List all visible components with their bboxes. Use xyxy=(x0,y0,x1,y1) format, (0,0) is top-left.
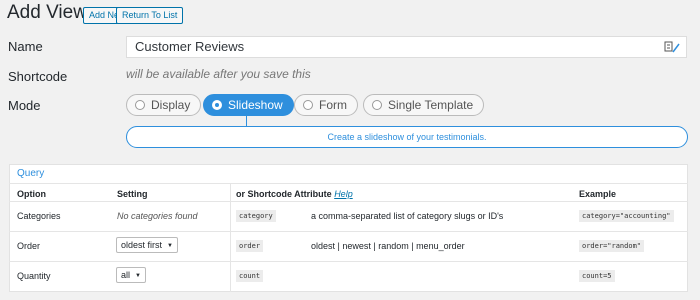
radio-icon xyxy=(303,100,313,110)
column-header-attribute: or Shortcode Attribute Help xyxy=(236,189,353,199)
row-example-order: order="random" xyxy=(579,240,645,252)
row-attribute-category: category xyxy=(236,210,276,222)
order-select[interactable]: oldest first ▼ xyxy=(116,237,178,253)
row-attribute-count: count xyxy=(236,270,264,282)
row-example-categories: category="accounting" xyxy=(579,210,674,222)
mode-option-label: Single Template xyxy=(388,98,474,112)
name-value: Customer Reviews xyxy=(135,39,245,54)
page-title: Add View xyxy=(7,2,87,23)
row-description-categories: a comma-separated list of category slugs… xyxy=(311,211,504,221)
mode-description: Create a slideshow of your testimonials. xyxy=(126,126,688,148)
radio-icon xyxy=(372,100,382,110)
row-description-order: oldest | newest | random | menu_order xyxy=(311,241,465,251)
divider xyxy=(9,201,688,202)
caret-down-icon: ▼ xyxy=(167,243,173,249)
column-header-setting: Setting xyxy=(117,189,148,199)
divider xyxy=(9,183,688,184)
mode-option-label: Form xyxy=(319,98,347,112)
mode-option-label: Slideshow xyxy=(228,98,283,112)
mode-option-form[interactable]: Form xyxy=(294,94,358,116)
shortcode-label: Shortcode xyxy=(8,69,68,84)
row-setting-categories: No categories found xyxy=(117,211,198,221)
help-link[interactable]: Help xyxy=(334,189,353,199)
attribute-header-text: or Shortcode Attribute xyxy=(236,189,332,199)
key-edit-icon[interactable] xyxy=(664,40,680,54)
order-select-value: oldest first xyxy=(121,240,163,250)
mode-option-label: Display xyxy=(151,98,191,112)
shortcode-note: will be available after you save this xyxy=(126,67,311,81)
row-attribute-order: order xyxy=(236,240,264,252)
query-title: Query xyxy=(17,168,45,179)
column-header-example: Example xyxy=(579,189,617,199)
row-option-order: Order xyxy=(17,241,41,251)
mode-label: Mode xyxy=(8,98,41,113)
mode-option-display[interactable]: Display xyxy=(126,94,202,116)
row-option-quantity: Quantity xyxy=(17,271,51,281)
name-field[interactable]: Customer Reviews xyxy=(126,36,687,58)
column-divider xyxy=(230,183,231,292)
divider xyxy=(9,231,688,232)
row-example-quantity: count=5 xyxy=(579,270,615,282)
mode-option-single-template[interactable]: Single Template xyxy=(363,94,485,116)
mode-connector xyxy=(246,116,247,126)
quantity-select-value: all xyxy=(121,270,131,280)
radio-icon xyxy=(135,100,145,110)
mode-option-slideshow[interactable]: Slideshow xyxy=(203,94,294,116)
radio-selected-icon xyxy=(212,100,222,110)
column-header-option: Option xyxy=(17,189,46,199)
quantity-select[interactable]: all ▼ xyxy=(116,267,146,283)
divider xyxy=(9,261,688,262)
row-option-categories: Categories xyxy=(17,211,61,221)
name-label: Name xyxy=(8,39,43,54)
return-to-list-button[interactable]: Return To List xyxy=(116,7,184,24)
caret-down-icon: ▼ xyxy=(135,273,141,279)
